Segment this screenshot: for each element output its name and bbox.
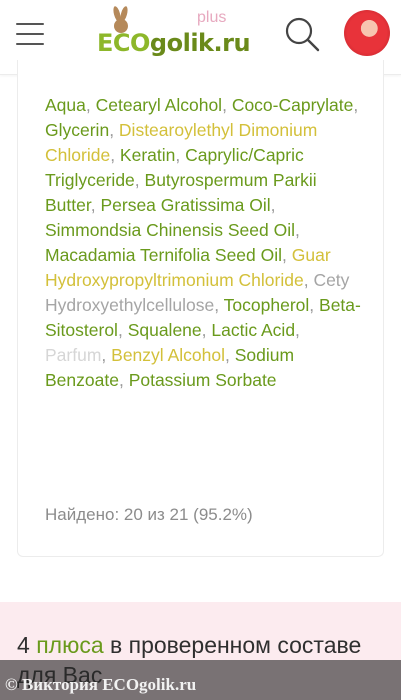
ingredient-item[interactable]: Simmondsia Chinensis Seed Oil <box>45 220 295 240</box>
ingredient-separator: , <box>222 95 232 115</box>
ingredient-item[interactable]: Squalene <box>128 320 202 340</box>
found-count: Найдено: 20 из 21 (95.2%) <box>45 505 253 524</box>
ingredient-separator: , <box>303 270 314 290</box>
logo-plus-text: plus <box>197 9 227 26</box>
ingredient-separator: , <box>134 170 145 190</box>
ingredient-item[interactable]: Macadamia Ternifolia Seed Oil <box>45 245 282 265</box>
ingredient-separator: , <box>353 95 359 115</box>
ingredient-item[interactable]: Tocopherol <box>224 295 310 315</box>
ingredient-item[interactable]: Keratin <box>120 145 175 165</box>
ingredient-item[interactable]: Parfum <box>45 345 101 365</box>
ingredient-separator: , <box>309 295 320 315</box>
menu-line <box>16 33 44 35</box>
ingredient-item[interactable]: Potassium Sorbate <box>129 370 277 390</box>
pros-highlight: плюса <box>36 632 104 658</box>
ingredient-separator: , <box>201 320 212 340</box>
menu-line <box>16 43 44 45</box>
ingredient-item[interactable]: Aqua <box>45 95 86 115</box>
ingredient-separator: , <box>175 145 186 165</box>
site-logo[interactable]: plus ECOgolik.ru <box>96 6 251 62</box>
ingredient-separator: , <box>117 320 128 340</box>
watermark-text: © Виктория ECOgolik.ru <box>5 675 197 694</box>
ingredient-item[interactable]: Glycerin <box>45 120 109 140</box>
ingredient-separator: , <box>110 145 120 165</box>
ingredient-item[interactable]: Lactic Acid <box>211 320 295 340</box>
ingredient-separator: , <box>294 220 300 240</box>
ingredient-item[interactable]: Persea Gratissima Oil <box>100 195 270 215</box>
ingredient-separator: , <box>109 120 119 140</box>
ingredient-separator: , <box>214 295 224 315</box>
ingredient-separator: , <box>85 95 96 115</box>
logo-text: ECOgolik.ru <box>97 29 251 57</box>
logo-rest: golik.ru <box>149 29 251 57</box>
avatar[interactable] <box>344 10 390 56</box>
menu-icon[interactable] <box>14 18 48 48</box>
ingredient-separator: , <box>90 195 101 215</box>
search-icon[interactable] <box>282 14 322 54</box>
ingredients-list: Aqua, Cetearyl Alcohol, Coco-Caprylate, … <box>45 93 365 393</box>
ingredient-separator: , <box>101 345 112 365</box>
ingredient-separator: , <box>282 245 292 265</box>
ingredient-item[interactable]: Benzyl Alcohol <box>111 345 225 365</box>
menu-line <box>16 23 44 25</box>
ingredient-separator: , <box>118 370 129 390</box>
ingredient-separator: , <box>295 320 300 340</box>
ingredient-item[interactable]: Cetearyl Alcohol <box>96 95 222 115</box>
ingredient-item[interactable]: Coco-Caprylate <box>232 95 354 115</box>
pros-count: 4 <box>17 632 30 658</box>
ingredient-separator: , <box>224 345 235 365</box>
ingredient-separator: , <box>270 195 276 215</box>
logo-eco: ECO <box>97 29 150 57</box>
